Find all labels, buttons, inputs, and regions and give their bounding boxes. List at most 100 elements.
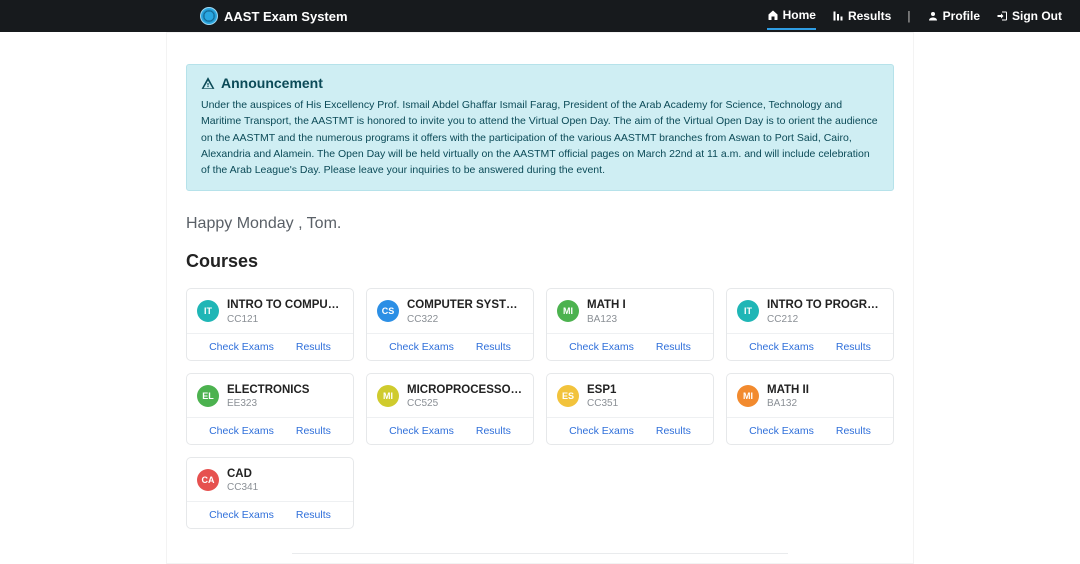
results-link[interactable]: Results — [296, 341, 331, 353]
results-link[interactable]: Results — [476, 425, 511, 437]
signout-icon — [996, 10, 1008, 22]
chart-icon — [832, 10, 844, 22]
course-card-actions: Check Exams Results — [547, 333, 713, 360]
course-card: CA CADCC341 Check Exams Results — [186, 457, 354, 529]
course-card-actions: Check Exams Results — [727, 417, 893, 444]
course-title: INTRO TO COMPUTER — [227, 299, 343, 312]
course-code: CC212 — [767, 314, 883, 325]
check-exams-link[interactable]: Check Exams — [749, 425, 814, 437]
user-icon — [927, 10, 939, 22]
course-title: INTRO TO PROGRAMMING — [767, 299, 883, 312]
course-title-block: ELECTRONICSEE323 — [227, 384, 343, 409]
course-card-header: EL ELECTRONICSEE323 — [187, 374, 353, 417]
course-card-actions: Check Exams Results — [727, 333, 893, 360]
course-badge: EL — [197, 385, 219, 407]
check-exams-link[interactable]: Check Exams — [569, 341, 634, 353]
course-title: MATH I — [587, 299, 703, 312]
greeting-text: Happy Monday , Tom. — [186, 215, 894, 233]
course-card: EL ELECTRONICSEE323 Check Exams Results — [186, 373, 354, 445]
course-code: CC322 — [407, 314, 523, 325]
course-card: IT INTRO TO PROGRAMMING CC212 Check Exams Re… — [726, 288, 894, 360]
results-link[interactable]: Results — [296, 425, 331, 437]
course-badge: IT — [737, 300, 759, 322]
course-badge: MI — [377, 385, 399, 407]
course-card-actions: Check Exams Results — [187, 501, 353, 528]
course-card: ES ESP1CC351 Check Exams Results — [546, 373, 714, 445]
course-title: MICROPROCESSORS — [407, 384, 523, 397]
course-card-header: ES ESP1CC351 — [547, 374, 713, 417]
check-exams-link[interactable]: Check Exams — [209, 341, 274, 353]
course-title: ESP1 — [587, 384, 703, 397]
brand-title: AAST Exam System — [224, 9, 348, 24]
course-title: COMPUTER SYSTEM — [407, 299, 523, 312]
course-badge: MI — [557, 300, 579, 322]
course-title: MATH II — [767, 384, 883, 397]
nav-right: Home Results | Profile Sign Out — [767, 2, 1062, 30]
check-exams-link[interactable]: Check Exams — [389, 341, 454, 353]
check-exams-link[interactable]: Check Exams — [209, 509, 274, 521]
course-code: CC341 — [227, 482, 343, 493]
course-card-actions: Check Exams Results — [187, 417, 353, 444]
course-title-block: ESP1CC351 — [587, 384, 703, 409]
course-code: CC351 — [587, 398, 703, 409]
warning-icon — [201, 76, 215, 90]
course-card-header: IT INTRO TO PROGRAMMING CC212 — [727, 289, 893, 332]
course-card: MI MATH IIBA132 Check Exams Results — [726, 373, 894, 445]
check-exams-link[interactable]: Check Exams — [209, 425, 274, 437]
brand-logo-icon — [200, 7, 218, 25]
course-code: EE323 — [227, 398, 343, 409]
course-code: CC525 — [407, 398, 523, 409]
course-badge: ES — [557, 385, 579, 407]
nav-home[interactable]: Home — [767, 2, 816, 30]
course-title-block: MICROPROCESSORSCC525 — [407, 384, 523, 409]
course-card-header: CA CADCC341 — [187, 458, 353, 501]
results-link[interactable]: Results — [476, 341, 511, 353]
nav-results-label: Results — [848, 9, 891, 23]
course-code: BA123 — [587, 314, 703, 325]
course-card: MI MATH I BA123 Check Exams Results — [546, 288, 714, 360]
course-card-header: ITINTRO TO COMPUTERCC121 — [187, 289, 353, 332]
course-badge: CA — [197, 469, 219, 491]
check-exams-link[interactable]: Check Exams — [569, 425, 634, 437]
course-card-actions: Check Exams Results — [187, 333, 353, 360]
check-exams-link[interactable]: Check Exams — [389, 425, 454, 437]
results-link[interactable]: Results — [296, 509, 331, 521]
announcement-body: Under the auspices of His Excellency Pro… — [201, 97, 879, 178]
bottom-divider — [292, 553, 788, 554]
results-link[interactable]: Results — [656, 341, 691, 353]
nav-results[interactable]: Results — [832, 3, 891, 29]
course-card: CS COMPUTER SYSTEM CC322 Check Exams Results — [366, 288, 534, 360]
course-card-actions: Check Exams Results — [367, 333, 533, 360]
course-title-block: INTRO TO COMPUTER CC121 — [227, 299, 343, 324]
results-link[interactable]: Results — [836, 341, 871, 353]
course-code: CC121 — [227, 314, 343, 325]
announcement-box: Announcement Under the auspices of His E… — [186, 64, 894, 191]
course-title: CAD — [227, 468, 343, 481]
courses-grid: IT INTRO TO COMPUTER CC121 Check Exams Resul… — [186, 288, 894, 529]
results-link[interactable]: Results — [836, 425, 871, 437]
course-title-block: INTRO TO PROGRAMMING CC212 — [767, 299, 883, 324]
course-title-block: COMPUTER SYSTEM CC322 — [407, 299, 523, 324]
course-badge: MI — [737, 385, 759, 407]
nav-signout[interactable]: Sign Out — [996, 3, 1062, 29]
nav-profile[interactable]: Profile — [927, 3, 980, 29]
course-card-header: MI MATH I BA123 — [547, 289, 713, 332]
page-container: Announcement Under the auspices of His E… — [166, 32, 914, 564]
course-badge: CS — [377, 300, 399, 322]
course-title-block: MATH I BA123 — [587, 299, 703, 324]
check-exams-link[interactable]: Check Exams — [749, 341, 814, 353]
course-code: BA132 — [767, 398, 883, 409]
navbar: AAST Exam System Home Results | Profile … — [0, 0, 1080, 32]
course-card-header: MI MATH IIBA132 — [727, 374, 893, 417]
course-card: ITINTRO TO COMPUTERCC121Check ExamsResul… — [186, 288, 354, 360]
announcement-header: Announcement — [201, 75, 879, 91]
nav-profile-label: Profile — [943, 9, 980, 23]
course-title: ELECTRONICS — [227, 384, 343, 397]
course-card-header: CS COMPUTER SYSTEM CC322 — [367, 289, 533, 332]
results-link[interactable]: Results — [656, 425, 691, 437]
course-title-block: MATH IIBA132 — [767, 384, 883, 409]
nav-home-label: Home — [783, 8, 816, 22]
nav-signout-label: Sign Out — [1012, 9, 1062, 23]
courses-heading: Courses — [186, 251, 894, 272]
course-card: MI MICROPROCESSORSCC525 Check Exams Results — [366, 373, 534, 445]
